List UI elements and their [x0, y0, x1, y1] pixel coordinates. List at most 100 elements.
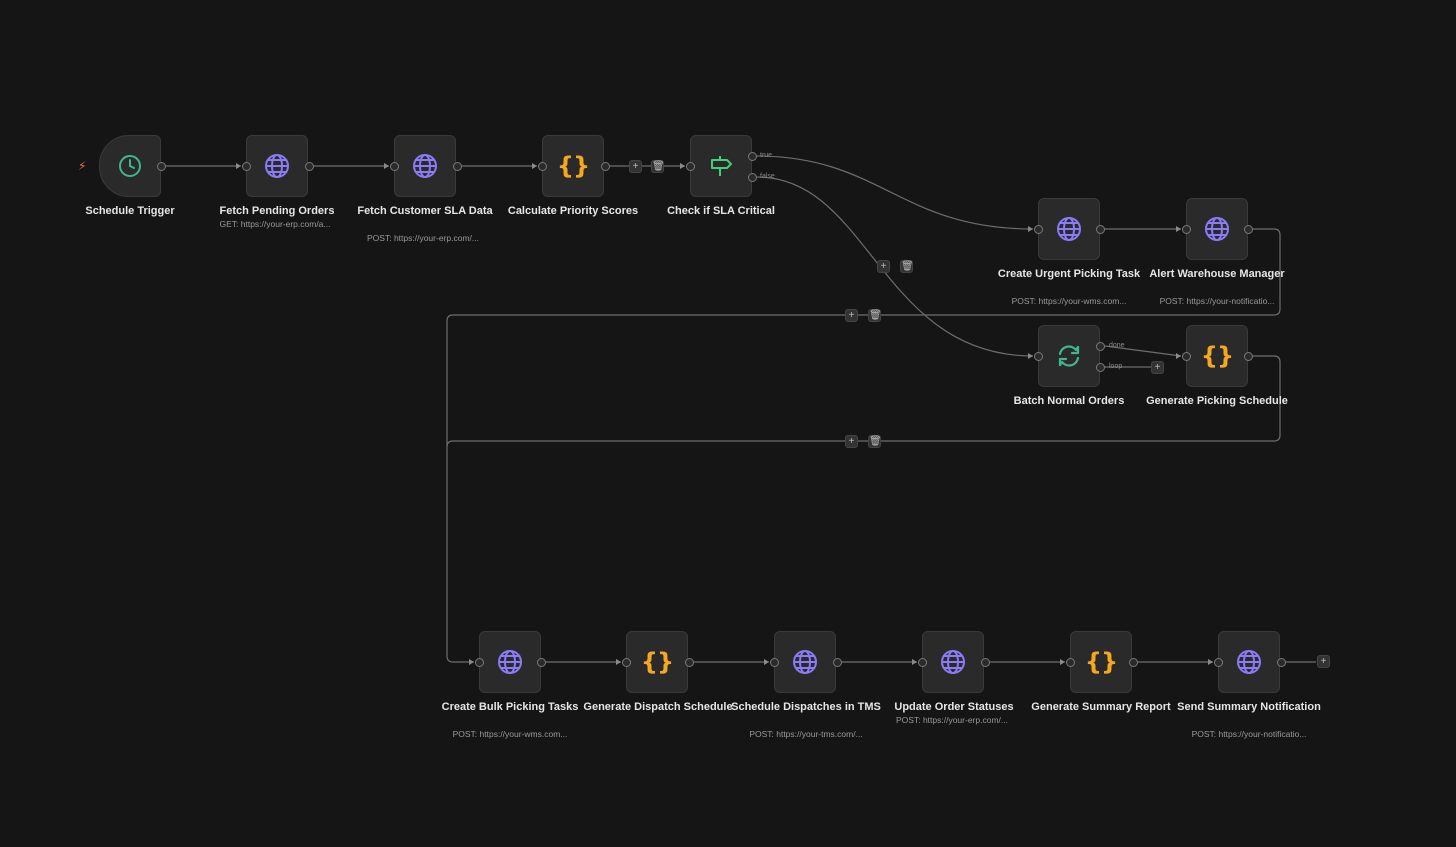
- node-update-order-statuses[interactable]: [922, 631, 984, 693]
- node-subtitle: POST: https://your-wms.com...: [1011, 296, 1127, 306]
- delete-connection-button[interactable]: 🗑: [651, 160, 665, 173]
- globe-icon: [496, 648, 524, 676]
- delete-connection-button[interactable]: 🗑: [868, 309, 882, 322]
- input-port[interactable]: [1034, 352, 1043, 361]
- output-port[interactable]: [1277, 658, 1286, 667]
- output-port[interactable]: [537, 658, 546, 667]
- input-port[interactable]: [242, 162, 251, 171]
- output-port-false[interactable]: [748, 173, 757, 182]
- node-schedule-dispatches-tms[interactable]: [774, 631, 836, 693]
- input-port[interactable]: [1066, 658, 1075, 667]
- node-label: Create Bulk Picking Tasks: [441, 701, 579, 713]
- loop-icon: [1055, 342, 1083, 370]
- output-port-true[interactable]: [748, 152, 757, 161]
- output-label-done: done: [1109, 342, 1125, 349]
- input-port[interactable]: [686, 162, 695, 171]
- input-port[interactable]: [1182, 225, 1191, 234]
- node-subtitle: GET: https://your-erp.com/a...: [219, 219, 331, 229]
- input-port[interactable]: [622, 658, 631, 667]
- output-port[interactable]: [1244, 225, 1253, 234]
- node-label: Generate Dispatch Schedule: [583, 701, 733, 713]
- input-port[interactable]: [918, 658, 927, 667]
- signpost-icon: [707, 152, 735, 180]
- node-subtitle: POST: https://your-erp.com/...: [367, 233, 479, 243]
- node-alert-warehouse-manager[interactable]: [1186, 198, 1248, 260]
- node-generate-summary-report[interactable]: {}: [1070, 631, 1132, 693]
- delete-connection-button[interactable]: 🗑: [868, 435, 882, 448]
- arrow-head: [912, 659, 917, 665]
- arrow-head: [532, 163, 537, 169]
- arrow-head: [1176, 226, 1181, 232]
- output-port[interactable]: [305, 162, 314, 171]
- input-port[interactable]: [390, 162, 399, 171]
- node-schedule-trigger[interactable]: [99, 135, 161, 197]
- output-port-loop[interactable]: [1096, 363, 1105, 372]
- node-label: Fetch Customer SLA Data: [357, 205, 493, 217]
- node-label: Batch Normal Orders: [1013, 395, 1125, 407]
- node-subtitle: POST: https://your-notificatio...: [1191, 729, 1307, 739]
- trash-icon: 🗑: [901, 261, 914, 272]
- arrow-head: [680, 163, 685, 169]
- node-calculate-priority[interactable]: {}: [542, 135, 604, 197]
- trash-icon: 🗑: [652, 161, 665, 172]
- node-send-summary-notification[interactable]: [1218, 631, 1280, 693]
- node-fetch-pending-orders[interactable]: [246, 135, 308, 197]
- output-port-done[interactable]: [1096, 342, 1105, 351]
- globe-icon: [263, 152, 291, 180]
- node-subtitle: POST: https://your-wms.com...: [452, 729, 568, 739]
- input-port[interactable]: [538, 162, 547, 171]
- node-label: Schedule Dispatches in TMS: [731, 701, 881, 713]
- add-node-button[interactable]: +: [1317, 655, 1330, 668]
- arrow-head: [764, 659, 769, 665]
- output-port[interactable]: [601, 162, 610, 171]
- add-node-button[interactable]: +: [845, 309, 858, 322]
- globe-icon: [1235, 648, 1263, 676]
- arrow-head: [469, 659, 474, 665]
- input-port[interactable]: [1034, 225, 1043, 234]
- node-create-bulk-picking[interactable]: [479, 631, 541, 693]
- output-port[interactable]: [1129, 658, 1138, 667]
- node-fetch-customer-sla[interactable]: [394, 135, 456, 197]
- node-label: Send Summary Notification: [1177, 701, 1321, 713]
- arrow-head: [1028, 353, 1033, 359]
- arrow-head: [384, 163, 389, 169]
- node-label: Create Urgent Picking Task: [997, 268, 1141, 280]
- node-generate-dispatch-schedule[interactable]: {}: [626, 631, 688, 693]
- node-label: Alert Warehouse Manager: [1149, 268, 1285, 280]
- node-batch-normal-orders[interactable]: [1038, 325, 1100, 387]
- trash-icon: 🗑: [869, 436, 882, 447]
- arrow-head: [1208, 659, 1213, 665]
- connection-false-batch: [756, 176, 1034, 357]
- input-port[interactable]: [1214, 658, 1223, 667]
- code-braces-icon: {}: [556, 152, 590, 180]
- add-node-button[interactable]: +: [845, 435, 858, 448]
- workflow-canvas[interactable]: ⚡ Schedule Trigger Fetch Pending Orders …: [0, 0, 1456, 847]
- node-label: Schedule Trigger: [85, 205, 175, 217]
- node-check-sla-critical[interactable]: [690, 135, 752, 197]
- output-port[interactable]: [981, 658, 990, 667]
- node-create-urgent-picking[interactable]: [1038, 198, 1100, 260]
- node-subtitle: POST: https://your-tms.com/...: [749, 729, 863, 739]
- output-port[interactable]: [453, 162, 462, 171]
- add-node-button[interactable]: +: [877, 260, 890, 273]
- input-port[interactable]: [475, 658, 484, 667]
- add-node-button[interactable]: +: [629, 160, 642, 173]
- output-label-loop: loop: [1109, 363, 1123, 370]
- output-port[interactable]: [1096, 225, 1105, 234]
- delete-connection-button[interactable]: 🗑: [900, 260, 914, 273]
- output-port[interactable]: [157, 162, 166, 171]
- input-port[interactable]: [1182, 352, 1191, 361]
- node-label: Generate Picking Schedule: [1146, 395, 1288, 407]
- output-port[interactable]: [685, 658, 694, 667]
- output-port[interactable]: [833, 658, 842, 667]
- output-port[interactable]: [1244, 352, 1253, 361]
- node-generate-picking-schedule[interactable]: {}: [1186, 325, 1248, 387]
- trigger-bolt-icon: ⚡: [78, 159, 87, 173]
- clock-icon: [117, 153, 143, 179]
- arrow-head: [616, 659, 621, 665]
- arrow-head: [1176, 353, 1181, 359]
- connection-alert-bulk: [446, 228, 1281, 663]
- trash-icon: 🗑: [869, 310, 882, 321]
- add-node-button[interactable]: +: [1151, 361, 1164, 374]
- input-port[interactable]: [770, 658, 779, 667]
